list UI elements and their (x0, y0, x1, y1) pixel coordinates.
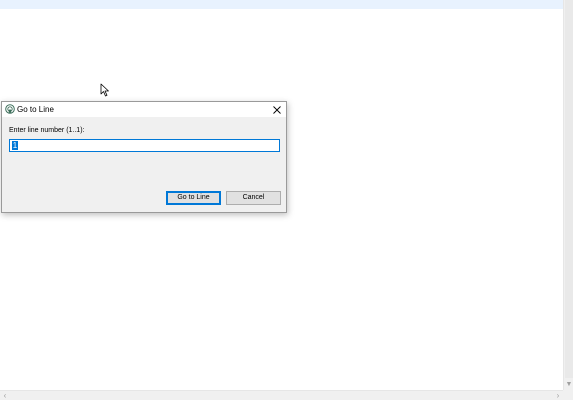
chevron-down-icon[interactable]: ▼ (565, 380, 573, 390)
mouse-pointer-icon (100, 83, 109, 97)
selected-input-text: 1 (12, 141, 18, 150)
horizontal-scrollbar[interactable]: ‹ › (0, 390, 563, 400)
vertical-scrollbar-thumb[interactable] (565, 0, 573, 378)
close-button[interactable] (270, 102, 284, 117)
vertical-scrollbar[interactable]: ▼ (563, 0, 573, 390)
cancel-button[interactable]: Cancel (226, 191, 281, 205)
dialog-title: Go to Line (17, 105, 54, 114)
chevron-right-icon[interactable]: › (553, 391, 563, 400)
close-icon (273, 105, 281, 114)
chevron-left-icon[interactable]: ‹ (0, 391, 10, 400)
current-line-highlight (0, 0, 563, 9)
app-icon (5, 104, 15, 114)
app-window: ▼ ‹ › Go to Line Enter line number (1..1… (0, 0, 573, 400)
go-to-line-button[interactable]: Go to Line (166, 191, 221, 205)
go-to-line-dialog: Go to Line Enter line number (1..1): 1 G… (1, 101, 287, 213)
dialog-titlebar[interactable]: Go to Line (2, 102, 286, 117)
line-number-input[interactable] (9, 139, 280, 152)
scrollbar-corner (563, 390, 573, 400)
line-number-label: Enter line number (1..1): (9, 127, 85, 134)
